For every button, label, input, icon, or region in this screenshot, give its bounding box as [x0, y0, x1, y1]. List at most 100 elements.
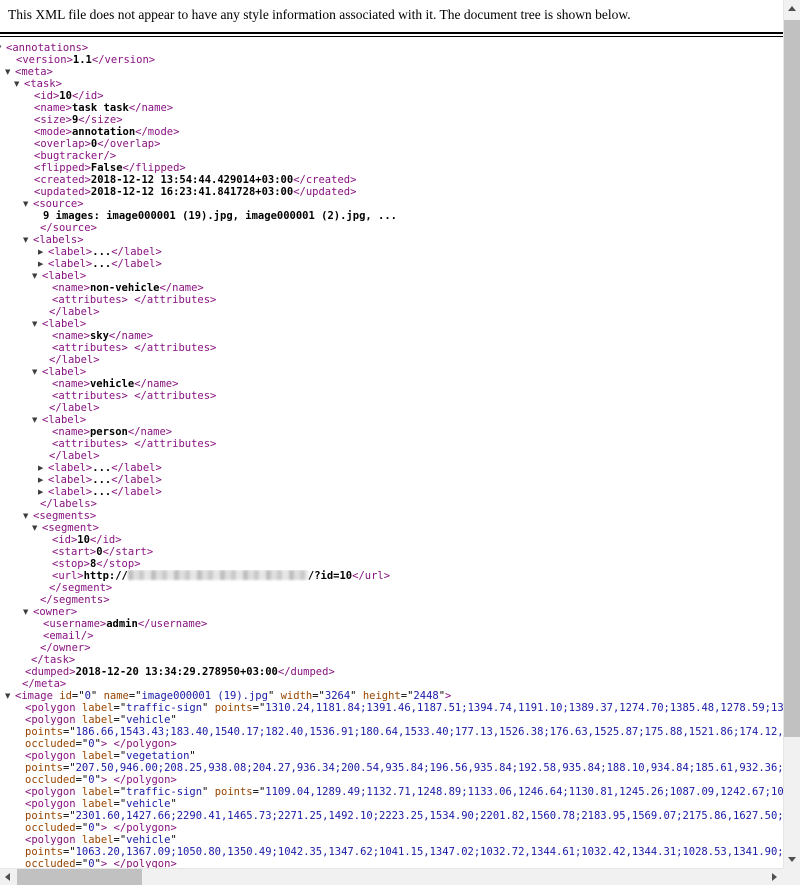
xml-attr-name: points	[25, 762, 63, 774]
expand-arrow-icon[interactable]: ▶	[38, 486, 48, 498]
collapse-arrow-icon[interactable]: ▼	[14, 78, 24, 90]
xml-line: <attributes> </attributes>	[0, 294, 783, 306]
vertical-scrollbar-thumb[interactable]	[784, 20, 800, 737]
xml-attr-name: points	[25, 726, 63, 738]
collapse-arrow-icon[interactable]: ▼	[5, 66, 15, 78]
xml-tag: </label>	[49, 354, 100, 366]
xml-tag: <attributes>	[52, 294, 128, 306]
xml-attr-name: label	[82, 714, 114, 726]
xml-tag: </attributes>	[134, 438, 216, 450]
xml-line: ▶<label>...</label>	[0, 462, 783, 474]
scroll-left-button[interactable]	[0, 869, 17, 885]
collapse-arrow-icon[interactable]: ▼	[23, 198, 33, 210]
xml-attr-value: traffic-sign	[126, 702, 202, 714]
xml-text: sky	[90, 330, 109, 342]
xml-line: points="207.50,946.00;208.25,938.08;204.…	[0, 762, 783, 774]
xml-line: <username>admin</username>	[0, 618, 783, 630]
collapse-arrow-icon[interactable]: ▼	[32, 318, 42, 330]
xml-line: <mode>annotation</mode>	[0, 126, 783, 138]
collapse-arrow-icon[interactable]: ▼	[5, 690, 15, 702]
xml-punct: ="	[63, 762, 76, 774]
xml-punct: ="	[76, 774, 89, 786]
horizontal-scrollbar-thumb[interactable]	[17, 869, 142, 885]
xml-tag: </attributes>	[134, 294, 216, 306]
xml-tag: </created>	[293, 174, 356, 186]
collapse-arrow-icon[interactable]: ▼	[32, 414, 42, 426]
collapse-arrow-icon[interactable]: ▼	[32, 366, 42, 378]
xml-tag: <polygon	[25, 714, 82, 726]
xml-tag: <image	[15, 690, 59, 702]
xml-line: ▶<label>...</label>	[0, 246, 783, 258]
xml-tag: </attributes>	[134, 390, 216, 402]
xml-line: ▼<meta>	[0, 66, 783, 78]
xml-line: ▼<labels>	[0, 234, 783, 246]
xml-line: <attributes> </attributes>	[0, 390, 783, 402]
xml-tag: <email/>	[43, 630, 94, 642]
xml-attr-value: traffic-sign	[126, 786, 202, 798]
expand-arrow-icon[interactable]: ▶	[38, 258, 48, 270]
xml-punct: "	[350, 690, 363, 702]
xml-line: <bugtracker/>	[0, 150, 783, 162]
xml-line: occluded="0"> </polygon>	[0, 822, 783, 834]
collapse-arrow-icon[interactable]: ▼	[32, 522, 42, 534]
xml-attr-name: label	[82, 750, 114, 762]
xml-line: </owner>	[0, 642, 783, 654]
scroll-up-button[interactable]	[784, 0, 800, 17]
xml-tag: <name>	[34, 102, 72, 114]
xml-tag: <label>	[48, 258, 92, 270]
xml-punct: "	[202, 702, 215, 714]
xml-line: <updated>2018-12-12 16:23:41.841728+03:0…	[0, 186, 783, 198]
xml-punct: ="	[63, 726, 76, 738]
expand-arrow-icon[interactable]: ▶	[38, 246, 48, 258]
xml-line: ▼<image id="0" name="image000001 (19).jp…	[0, 690, 783, 702]
xml-tag: </name>	[128, 426, 172, 438]
xml-tag: </size>	[78, 114, 122, 126]
xml-line: ▼<segment>	[0, 522, 783, 534]
xml-text: 10	[77, 534, 90, 546]
xml-punct: "	[170, 834, 176, 846]
xml-tag: </label>	[111, 462, 162, 474]
xml-tag: <task>	[24, 78, 62, 90]
xml-tag: <label>	[48, 486, 92, 498]
xml-tag: </owner>	[40, 642, 91, 654]
xml-line: <dumped>2018-12-20 13:34:29.278950+03:00…	[0, 666, 783, 678]
xml-no-style-message: This XML file does not appear to have an…	[0, 0, 800, 32]
browser-xml-viewer: This XML file does not appear to have an…	[0, 0, 800, 885]
xml-tag: </name>	[109, 330, 153, 342]
xml-line: ▼<segments>	[0, 510, 783, 522]
xml-tag: </source>	[40, 222, 97, 234]
horizontal-scrollbar[interactable]	[0, 868, 783, 885]
xml-attr-value: vegetation	[126, 750, 189, 762]
vertical-scrollbar[interactable]	[783, 0, 800, 868]
xml-tag: <version>	[16, 54, 73, 66]
xml-tag: </stop>	[96, 558, 140, 570]
xml-tag: </label>	[49, 306, 100, 318]
scroll-right-button[interactable]	[766, 869, 783, 885]
xml-punct: ="	[63, 810, 76, 822]
xml-punct: ="	[76, 858, 89, 868]
collapse-arrow-icon[interactable]: ▼	[23, 510, 33, 522]
xml-tag: <attributes>	[52, 390, 128, 402]
collapse-arrow-icon[interactable]: ▼	[32, 270, 42, 282]
scroll-down-button[interactable]	[784, 851, 800, 868]
xml-tag: <source>	[33, 198, 84, 210]
xml-tag: <polygon	[25, 702, 82, 714]
collapse-arrow-icon[interactable]: ▼	[23, 606, 33, 618]
xml-attr-value: 2448	[413, 690, 438, 702]
expand-arrow-icon[interactable]: ▶	[38, 462, 48, 474]
xml-tag: <stop>	[52, 558, 90, 570]
collapse-arrow-icon[interactable]: ▼	[23, 234, 33, 246]
xml-tag: <label>	[42, 270, 86, 282]
xml-tag: <labels>	[33, 234, 84, 246]
xml-line: ▼<task>	[0, 78, 783, 90]
xml-tag: </label>	[111, 474, 162, 486]
expand-arrow-icon[interactable]: ▶	[38, 474, 48, 486]
xml-text: ...	[92, 462, 111, 474]
xml-text: task task	[72, 102, 129, 114]
xml-line: <name>task task</name>	[0, 102, 783, 114]
xml-tag: <size>	[34, 114, 72, 126]
xml-attr-name: label	[82, 798, 114, 810]
xml-text: ...	[92, 486, 111, 498]
xml-punct: "	[189, 750, 195, 762]
xml-tag: <label>	[48, 462, 92, 474]
